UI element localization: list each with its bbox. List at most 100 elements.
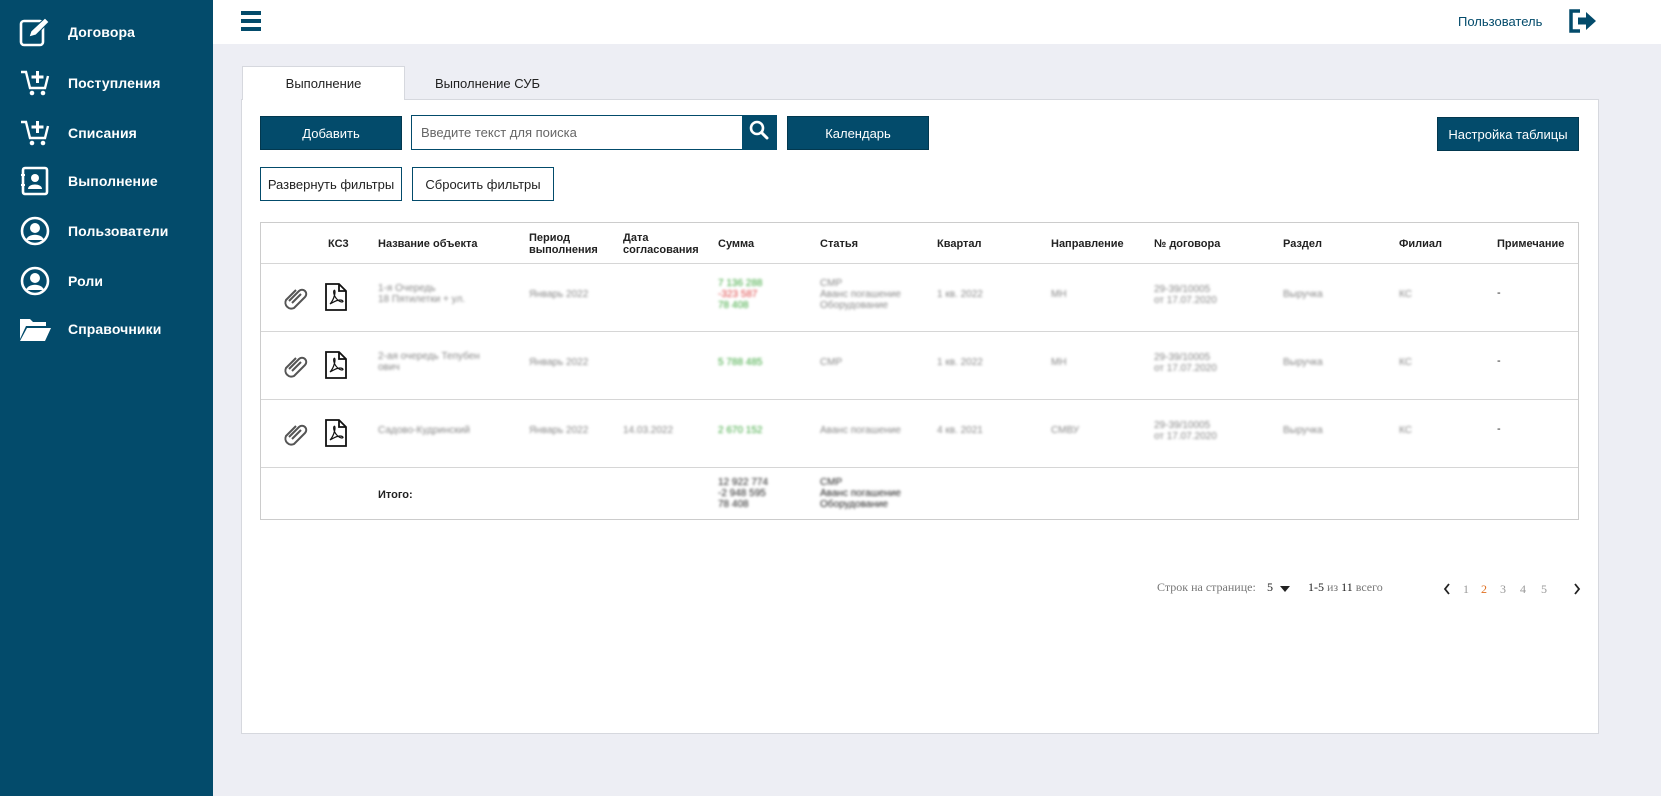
tab-execution-sub[interactable]: Выполнение СУБ	[405, 66, 570, 100]
next-page-icon[interactable]	[1573, 582, 1581, 600]
column-header-article[interactable]: Статья	[820, 238, 858, 250]
row-quarter: 4 кв. 2021	[937, 425, 983, 436]
pagination-range: 1-5 из 11 всего	[1308, 580, 1383, 595]
row-object-name: 1-я Очередь 18 Пятилетки + ул.	[378, 283, 465, 305]
row-article-1: СМР	[820, 357, 843, 368]
pdf-file-icon[interactable]	[325, 283, 347, 316]
user-circle-icon	[18, 214, 52, 248]
row-date: 14.03.2022	[623, 425, 674, 436]
add-button[interactable]: Добавить	[260, 116, 402, 150]
column-header-branch[interactable]: Филиал	[1399, 238, 1442, 250]
previous-page-icon[interactable]	[1443, 582, 1451, 600]
hamburger-icon[interactable]	[241, 11, 263, 33]
expand-filters-button[interactable]: Развернуть фильтры	[260, 167, 402, 201]
row-contract-no-line1: 29-39/10005	[1154, 352, 1211, 363]
pagination-total-suffix: всего	[1355, 580, 1383, 594]
row-article-1: Аванс погашение	[820, 425, 901, 436]
column-header-quarter[interactable]: Квартал	[937, 238, 982, 250]
row-note: -	[1497, 423, 1501, 435]
row-contract-no-line2: от 17.07.2020	[1154, 431, 1217, 442]
table-settings-button[interactable]: Настройка таблицы	[1437, 117, 1579, 151]
search-input[interactable]	[412, 116, 742, 149]
sidebar-item-contracts[interactable]: Договора	[0, 12, 213, 52]
reset-filters-button[interactable]: Сбросить фильтры	[412, 167, 554, 201]
row-contract-no: 29-39/10005 от 17.07.2020	[1154, 352, 1217, 374]
paperclip-icon[interactable]	[283, 285, 311, 318]
column-header-period[interactable]: Период выполнения	[529, 232, 598, 256]
totals-label: Итого:	[378, 489, 413, 501]
sidebar-item-label: Договора	[68, 24, 136, 40]
column-header-ks3[interactable]: КС3	[328, 238, 349, 250]
sidebar-item-label: Справочники	[68, 321, 162, 337]
cart-plus-icon	[18, 116, 52, 150]
row-period: Январь 2022	[529, 289, 589, 300]
logout-icon[interactable]	[1568, 8, 1598, 34]
sidebar-item-label: Роли	[68, 273, 104, 289]
edit-document-icon	[18, 15, 52, 49]
totals-sum-1: 12 922 774	[718, 477, 769, 488]
column-header-object-name[interactable]: Название объекта	[378, 238, 478, 250]
row-contract-no-line1: 29-39/10005	[1154, 284, 1211, 295]
rows-per-page-label: Строк на странице:	[1157, 580, 1256, 594]
row-section: Выручка	[1283, 357, 1323, 368]
totals-article-2: Аванс погашение	[820, 488, 901, 499]
column-header-section[interactable]: Раздел	[1283, 238, 1322, 250]
column-header-contract-no[interactable]: № договора	[1154, 238, 1220, 250]
column-header-date[interactable]: Дата согласования	[623, 232, 699, 256]
page-5[interactable]: 5	[1541, 582, 1547, 597]
paperclip-icon[interactable]	[283, 421, 311, 454]
contact-book-icon	[18, 164, 52, 198]
row-contract-no-line2: от 17.07.2020	[1154, 363, 1217, 374]
row-article-1: СМР	[820, 278, 843, 289]
calendar-button[interactable]: Календарь	[787, 116, 929, 150]
search-button[interactable]	[742, 116, 776, 149]
row-object-name: Садово-Кудринский	[378, 425, 470, 436]
divider	[261, 331, 1578, 332]
divider	[261, 467, 1578, 468]
column-header-note[interactable]: Примечание	[1497, 238, 1564, 250]
row-direction: МН	[1051, 289, 1067, 300]
totals-sum-3: 78 408	[718, 499, 749, 510]
pdf-file-icon[interactable]	[325, 351, 347, 384]
caret-down-icon	[1280, 581, 1290, 596]
row-note: -	[1497, 287, 1501, 299]
row-quarter: 1 кв. 2022	[937, 357, 983, 368]
rows-per-page-select[interactable]: 5	[1267, 580, 1290, 596]
user-name[interactable]: Пользователь	[1458, 14, 1542, 29]
pdf-file-icon[interactable]	[325, 419, 347, 452]
column-header-direction[interactable]: Направление	[1051, 238, 1124, 250]
page-4[interactable]: 4	[1520, 582, 1526, 597]
sidebar-item-receipts[interactable]: Поступления	[0, 63, 213, 103]
row-direction: СМВУ	[1051, 425, 1080, 436]
paperclip-icon[interactable]	[283, 353, 311, 386]
row-note: -	[1497, 355, 1501, 367]
row-contract-no: 29-39/10005 от 17.07.2020	[1154, 420, 1217, 442]
pagination-total: 11	[1341, 580, 1353, 594]
page-1[interactable]: 1	[1463, 582, 1469, 597]
sidebar-item-label: Пользователи	[68, 223, 169, 239]
totals-sum-2: -2 948 595	[718, 488, 766, 499]
row-object-name-line2: 18 Пятилетки + ул.	[378, 294, 466, 305]
sidebar-item-users[interactable]: Пользователи	[0, 211, 213, 251]
sidebar-item-execution[interactable]: Выполнение	[0, 161, 213, 201]
sidebar-item-directories[interactable]: Справочники	[0, 309, 213, 349]
user-circle-icon	[18, 264, 52, 298]
row-contract-no: 29-39/10005 от 17.07.2020	[1154, 284, 1217, 306]
top-header: Пользователь	[213, 0, 1661, 44]
sidebar-item-label: Списания	[68, 125, 137, 141]
tab-execution[interactable]: Выполнение	[242, 66, 405, 100]
column-header-date-line2: согласования	[623, 244, 699, 256]
sidebar-item-roles[interactable]: Роли	[0, 261, 213, 301]
row-branch: КС	[1399, 357, 1412, 368]
page-3[interactable]: 3	[1500, 582, 1506, 597]
row-sum-1: 5 788 485	[718, 357, 763, 368]
column-header-sum[interactable]: Сумма	[718, 238, 754, 250]
sidebar: Договора Поступления Списания Выполнение…	[0, 0, 213, 796]
column-header-date-line1: Дата	[623, 232, 649, 244]
sidebar-item-writeoffs[interactable]: Списания	[0, 113, 213, 153]
row-object-name-line1: 1-я Очередь	[378, 283, 436, 294]
page-2[interactable]: 2	[1481, 582, 1487, 597]
row-period: Январь 2022	[529, 357, 589, 368]
row-branch: КС	[1399, 425, 1412, 436]
pagination-range-value: 1-5	[1308, 580, 1324, 594]
